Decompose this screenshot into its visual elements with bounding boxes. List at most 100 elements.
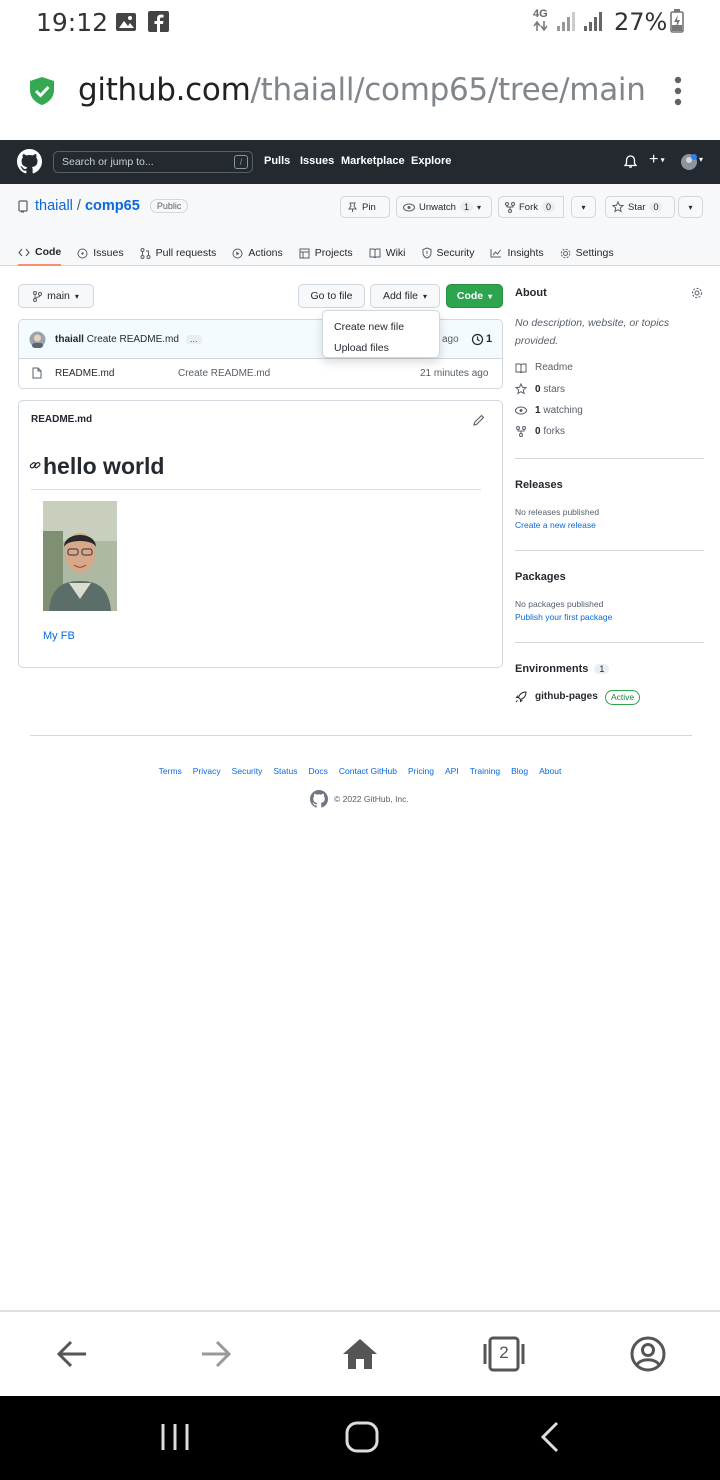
go-to-file-button[interactable]: Go to file [298, 284, 365, 308]
add-file-button[interactable]: Add file ▾ [370, 284, 440, 308]
back-arrow-icon[interactable] [56, 1340, 88, 1368]
book-icon [515, 363, 527, 373]
commit-author-avatar[interactable] [29, 331, 46, 348]
tab-pull-requests[interactable]: Pull requests [140, 240, 216, 266]
branch-icon [33, 290, 43, 302]
commit-message[interactable]: Create README.md [87, 334, 179, 345]
branch-selector[interactable]: main ▾ [18, 284, 94, 308]
forks-link[interactable]: 0 forks [515, 426, 565, 437]
history-icon[interactable] [471, 333, 484, 346]
my-fb-link[interactable]: My FB [43, 630, 75, 642]
tab-projects[interactable]: Projects [299, 240, 353, 266]
footer-link-training[interactable]: Training [470, 766, 500, 776]
commit-ellipsis-button[interactable]: … [185, 335, 202, 344]
pencil-icon[interactable] [473, 414, 485, 426]
shield-icon [422, 247, 432, 259]
nav-back-icon[interactable] [538, 1421, 560, 1453]
fork-button[interactable]: Fork 0 [498, 196, 564, 218]
footer-link-security[interactable]: Security [232, 766, 263, 776]
search-input[interactable]: Search or jump to... / [53, 151, 253, 173]
footer-link-api[interactable]: API [445, 766, 459, 776]
tab-actions[interactable]: Actions [232, 240, 283, 266]
tabs-button[interactable]: 2 [482, 1336, 526, 1372]
tab-code[interactable]: Code [18, 240, 62, 266]
footer-link-privacy[interactable]: Privacy [193, 766, 221, 776]
recent-apps-icon[interactable] [160, 1422, 190, 1452]
github-footer-logo-icon[interactable] [310, 790, 328, 808]
fork-icon [505, 201, 515, 213]
tab-security[interactable]: Security [422, 240, 474, 266]
footer-link-docs[interactable]: Docs [309, 766, 328, 776]
repo-owner-link[interactable]: thaiall [35, 198, 73, 214]
browser-url-bar[interactable]: github.com/thaiall/comp65/tree/main [0, 44, 720, 140]
table-icon [299, 248, 310, 258]
anchor-link-icon[interactable] [29, 460, 41, 470]
footer-copyright: © 2022 GitHub, Inc. [334, 794, 409, 804]
github-logo-icon[interactable] [17, 149, 42, 174]
pin-button[interactable]: Pin [340, 196, 390, 218]
image-icon [116, 13, 136, 31]
star-dropdown-button[interactable]: ▾ [678, 196, 703, 218]
environments-title[interactable]: Environments 1 [515, 663, 610, 675]
tab-settings[interactable]: Settings [560, 240, 614, 266]
file-name-link[interactable]: README.md [55, 368, 114, 379]
packages-title[interactable]: Packages [515, 571, 566, 583]
tab-insights[interactable]: Insights [490, 240, 544, 266]
environment-github-pages[interactable]: github-pages [535, 691, 598, 702]
fork-dropdown-button[interactable]: ▾ [571, 196, 596, 218]
user-avatar[interactable] [680, 153, 698, 171]
fork-icon [516, 426, 526, 437]
bell-icon[interactable] [624, 155, 637, 169]
releases-title[interactable]: Releases [515, 479, 563, 491]
menu-upload-files[interactable]: Upload files [323, 338, 439, 359]
data-arrows-icon [533, 20, 548, 32]
tab-wiki[interactable]: Wiki [369, 240, 406, 266]
footer-link-blog[interactable]: Blog [511, 766, 528, 776]
forward-arrow-icon[interactable] [200, 1340, 232, 1368]
unwatch-button[interactable]: Unwatch 1 ▾ [396, 196, 492, 218]
nav-issues[interactable]: Issues [300, 155, 334, 167]
nav-explore[interactable]: Explore [411, 155, 451, 167]
home-icon[interactable] [342, 1338, 378, 1370]
shield-check-icon [30, 77, 54, 105]
gear-icon[interactable] [691, 287, 703, 299]
nav-pulls[interactable]: Pulls [264, 155, 290, 167]
readme-panel: README.md hello world My FB [18, 400, 503, 668]
footer-link-pricing[interactable]: Pricing [408, 766, 434, 776]
code-button[interactable]: Code ▾ [446, 284, 503, 308]
star-button[interactable]: Star 0 [605, 196, 675, 218]
watching-link[interactable]: 1 watching [515, 405, 583, 416]
publish-package-link[interactable]: Publish your first package [515, 612, 612, 622]
nav-marketplace[interactable]: Marketplace [341, 155, 405, 167]
avatar-caret-icon[interactable]: ▾ [699, 155, 703, 164]
footer-link-contact[interactable]: Contact GitHub [339, 766, 397, 776]
graph-icon [490, 249, 502, 258]
stars-link[interactable]: 0 stars [515, 383, 565, 395]
commits-count[interactable]: 1 [486, 333, 492, 345]
add-file-menu: Create new file Upload files [322, 310, 440, 358]
commit-author[interactable]: thaiall [55, 334, 84, 345]
gear-icon [560, 248, 570, 258]
footer-link-status[interactable]: Status [273, 766, 297, 776]
footer-divider [30, 735, 692, 736]
footer-link-terms[interactable]: Terms [159, 766, 182, 776]
tab-issues[interactable]: Issues [77, 240, 124, 266]
create-new-button[interactable]: + ▾ [649, 151, 665, 169]
packages-empty: No packages published [515, 599, 604, 609]
url-text[interactable]: github.com/thaiall/comp65/tree/main [78, 72, 646, 108]
footer-link-about[interactable]: About [539, 766, 561, 776]
profile-photo [43, 501, 117, 611]
latest-commit-text: thaiall Create README.md … [55, 334, 202, 345]
nav-home-icon[interactable] [345, 1421, 379, 1453]
browser-bottom-bar: 2 [0, 1310, 720, 1396]
readme-filename: README.md [31, 414, 93, 425]
create-release-link[interactable]: Create a new release [515, 520, 596, 530]
menu-create-new-file[interactable]: Create new file [323, 317, 439, 338]
file-commit-message[interactable]: Create README.md [178, 368, 270, 379]
about-title: About [515, 287, 547, 299]
account-icon[interactable] [630, 1336, 666, 1372]
readme-link[interactable]: Readme [515, 362, 573, 373]
repo-name-link[interactable]: comp65 [85, 198, 140, 214]
more-menu-icon[interactable] [672, 76, 684, 106]
repo-icon [18, 200, 28, 213]
